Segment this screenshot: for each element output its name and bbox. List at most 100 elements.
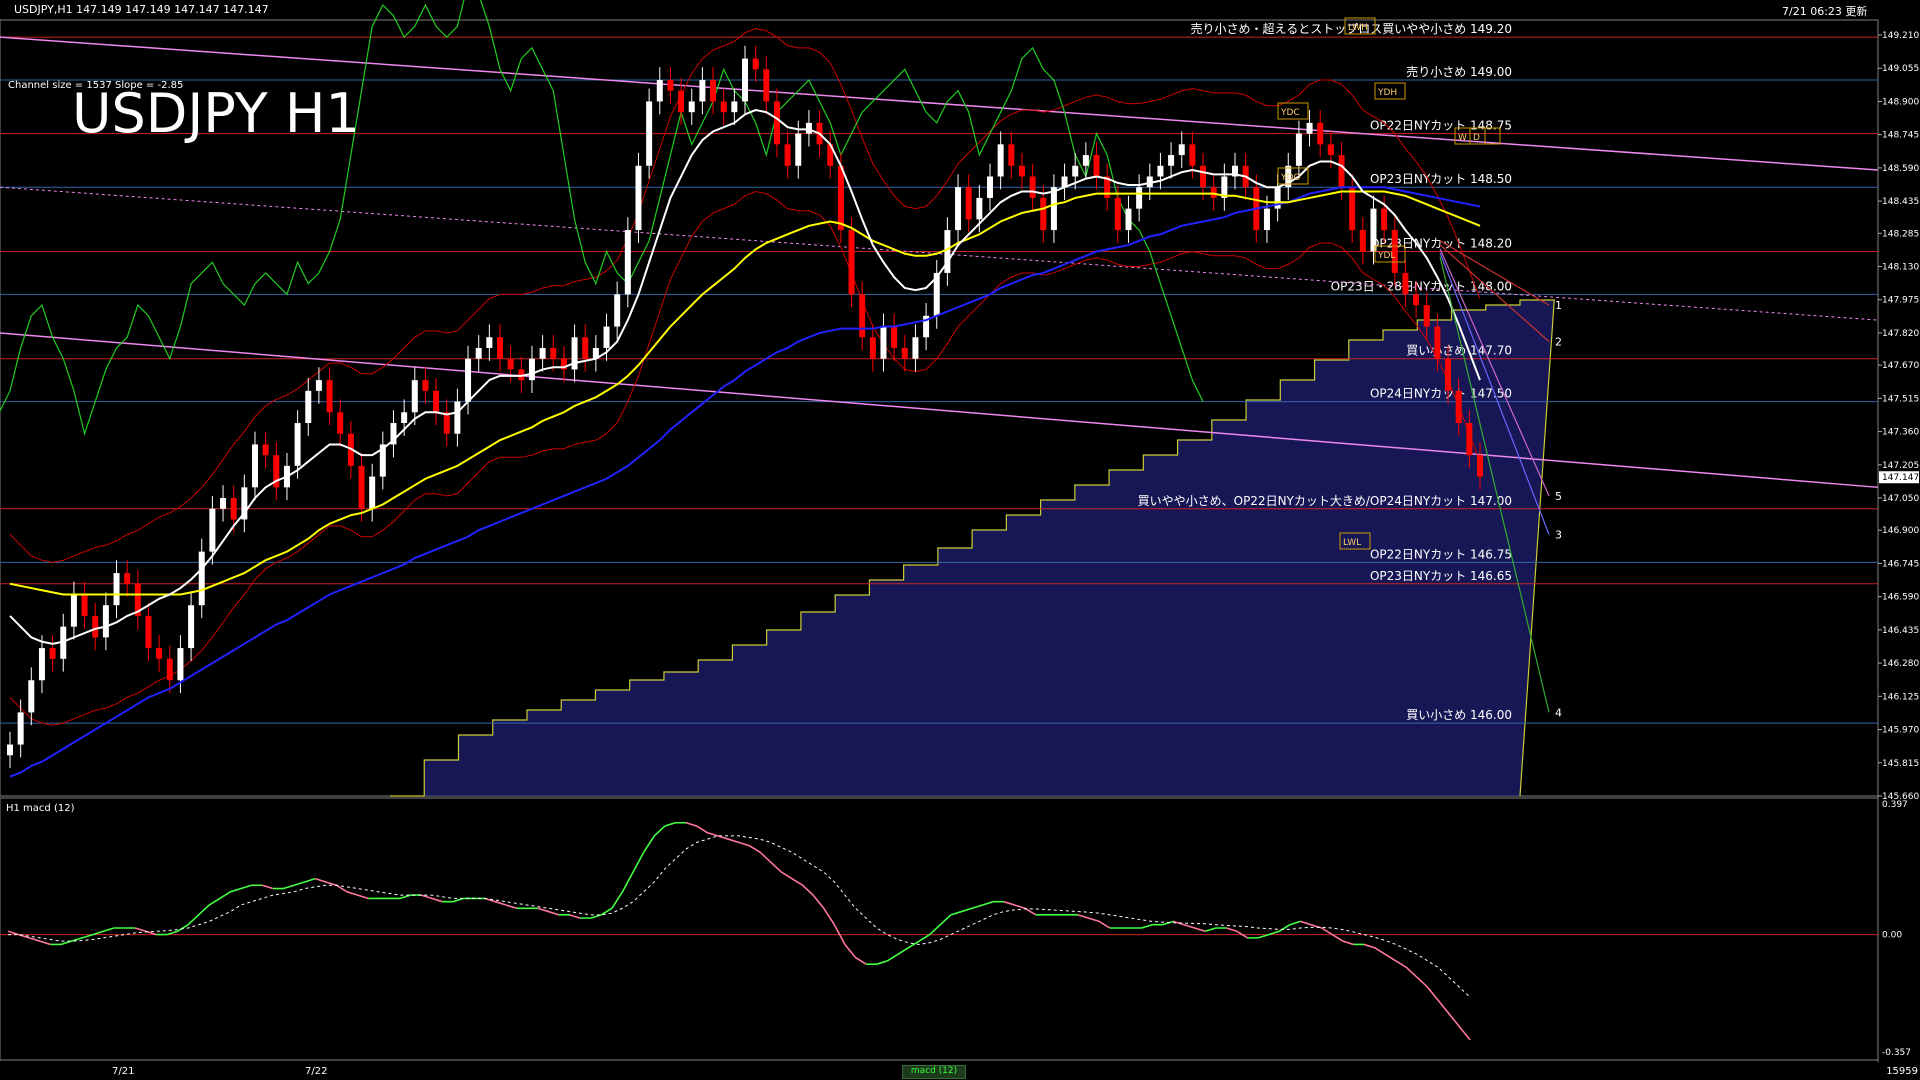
candle-body bbox=[198, 551, 205, 606]
candle-body bbox=[1317, 122, 1324, 145]
candle-body bbox=[1178, 144, 1185, 156]
candle-body bbox=[773, 101, 780, 145]
marker-label: D bbox=[1473, 133, 1480, 143]
candle-body bbox=[1306, 122, 1313, 134]
price-axis-label: 146.900 bbox=[1882, 526, 1919, 536]
candle-body bbox=[124, 573, 131, 584]
order-level-label: OP23日NYカット 148.20 bbox=[1370, 237, 1512, 251]
candle-body bbox=[635, 165, 642, 231]
macd-button[interactable]: macd (12) bbox=[902, 1065, 966, 1079]
candle-body bbox=[624, 230, 631, 295]
candle-body bbox=[315, 380, 322, 391]
top-info-bar: USDJPY,H1 147.149 147.149 147.147 147.14… bbox=[0, 0, 1920, 20]
candle-body bbox=[433, 390, 440, 413]
candle-body bbox=[869, 337, 876, 359]
candle-body bbox=[603, 326, 610, 348]
macd-signal-line bbox=[8, 835, 1471, 998]
price-axis-label: 147.205 bbox=[1882, 461, 1919, 471]
candle-body bbox=[976, 197, 983, 220]
candle-body bbox=[102, 605, 109, 638]
candle-body bbox=[369, 476, 376, 509]
candle-body bbox=[1327, 144, 1334, 156]
candle-body bbox=[965, 187, 972, 220]
order-level-label: OP24日NYカット 147.50 bbox=[1370, 387, 1512, 401]
price-axis-label: 148.900 bbox=[1882, 97, 1919, 107]
candle-body bbox=[795, 133, 802, 166]
candle-body bbox=[486, 337, 493, 348]
candle-body bbox=[443, 412, 450, 434]
candle-body bbox=[49, 648, 56, 659]
candle-body bbox=[1093, 155, 1100, 177]
candle-body bbox=[1466, 423, 1473, 456]
candle-body bbox=[305, 390, 312, 424]
price-axis-label: 146.125 bbox=[1882, 692, 1919, 702]
order-level-label: 買いやや小さめ、OP22日NYカット大きめ/OP24日NYカット 147.00 bbox=[1138, 494, 1512, 508]
candle-body bbox=[955, 187, 962, 231]
candle-body bbox=[1413, 294, 1420, 306]
candle-body bbox=[1477, 455, 1483, 477]
symbol-quote: USDJPY,H1 147.149 147.149 147.147 147.14… bbox=[14, 3, 269, 16]
candle-body bbox=[113, 573, 120, 606]
price-axis-label: 146.435 bbox=[1882, 626, 1919, 636]
price-axis-label: 148.590 bbox=[1882, 164, 1919, 174]
candle-body bbox=[1445, 358, 1452, 391]
macd-axis-label: -0.357 bbox=[1882, 1048, 1911, 1058]
price-axis-label: 147.515 bbox=[1882, 394, 1919, 404]
candle-body bbox=[38, 648, 45, 681]
candle-body bbox=[678, 90, 685, 113]
candle-body bbox=[912, 337, 919, 359]
projection-number: 2 bbox=[1555, 336, 1562, 349]
candle-body bbox=[230, 498, 237, 520]
candle-body bbox=[209, 508, 216, 552]
candle-body bbox=[454, 401, 461, 434]
candle-body bbox=[901, 347, 908, 359]
candle-body bbox=[92, 615, 99, 638]
candle-body bbox=[1295, 133, 1302, 166]
update-timestamp: 7/21 06:23 更新 bbox=[1782, 5, 1868, 18]
price-axis-label: 148.285 bbox=[1882, 229, 1919, 239]
candle-body bbox=[1072, 165, 1079, 177]
candle-body bbox=[997, 144, 1004, 177]
order-level-label: 買い小さめ 146.00 bbox=[1406, 708, 1512, 722]
candle-body bbox=[614, 294, 621, 327]
candle-body bbox=[422, 380, 429, 391]
macd-line-falling bbox=[7, 821, 1471, 1041]
candle-body bbox=[145, 615, 152, 649]
candle-body bbox=[1050, 187, 1057, 231]
candle-body bbox=[582, 337, 589, 359]
candle-body bbox=[688, 101, 695, 113]
price-axis-label: 148.745 bbox=[1882, 131, 1919, 141]
marker-label: YDL bbox=[1377, 251, 1395, 261]
price-axis-label: 149.055 bbox=[1882, 64, 1919, 74]
marker-label: YDO bbox=[1280, 173, 1301, 183]
candle-body bbox=[742, 58, 748, 102]
marker-label: YDH bbox=[1377, 88, 1397, 98]
order-level-label: OP22日NYカット 146.75 bbox=[1370, 547, 1512, 561]
candle-body bbox=[252, 444, 258, 488]
candle-body bbox=[1359, 230, 1366, 252]
chart-title: USDJPY H1 bbox=[72, 82, 360, 145]
order-level-label: OP23日・28日NYカット 148.00 bbox=[1331, 279, 1512, 293]
candle-body bbox=[1018, 165, 1025, 177]
candle-body bbox=[188, 605, 195, 649]
order-level-label: 買い小さめ 147.70 bbox=[1406, 344, 1512, 358]
projection-number: 1 bbox=[1555, 299, 1562, 312]
price-axis-label: 147.670 bbox=[1882, 361, 1919, 371]
candle-body bbox=[1008, 144, 1015, 166]
candle-body bbox=[17, 712, 24, 745]
candle-body bbox=[646, 101, 653, 166]
date-label-1: 7/21 bbox=[112, 1066, 135, 1077]
candle-body bbox=[497, 337, 503, 359]
price-chart[interactable]: 149.210 149.055 148.900 148.745 148.590 148.4… bbox=[0, 0, 1920, 1080]
candle-body bbox=[7, 744, 13, 756]
candle-body bbox=[763, 69, 770, 102]
price-axis-label: 145.815 bbox=[1882, 759, 1919, 769]
projection-number: 5 bbox=[1555, 490, 1562, 503]
price-axis-label: 147.820 bbox=[1882, 329, 1919, 339]
candle-body bbox=[1263, 208, 1270, 231]
price-axis-label: 147.360 bbox=[1882, 428, 1919, 438]
candle-body bbox=[1338, 155, 1345, 188]
candle-body bbox=[294, 423, 301, 466]
macd-axis-label: 0.397 bbox=[1882, 800, 1908, 810]
marker-label: YDC bbox=[1280, 108, 1300, 118]
